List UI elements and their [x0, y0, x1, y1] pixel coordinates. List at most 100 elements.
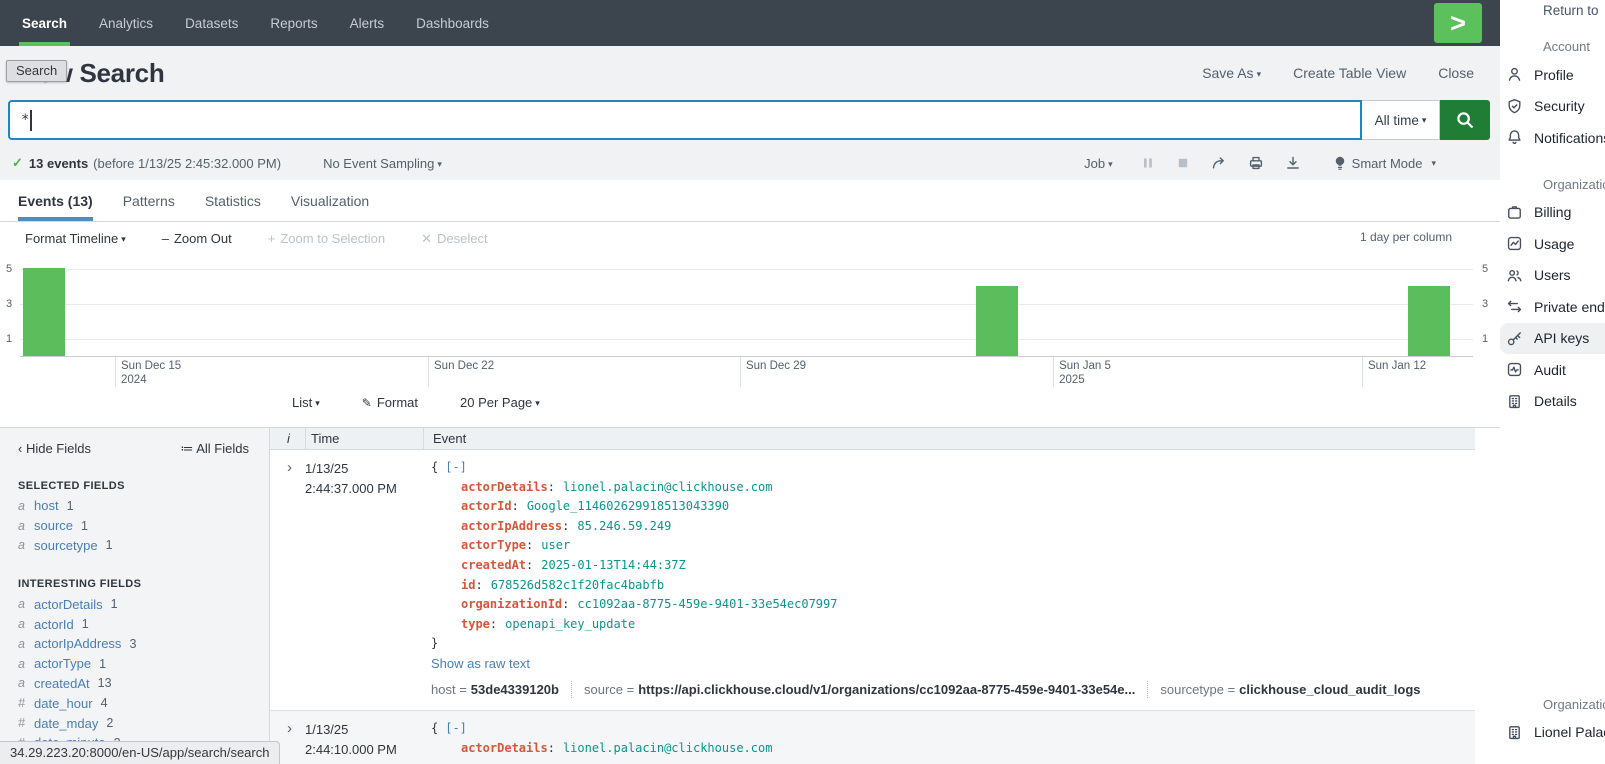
plus-icon: + — [268, 231, 276, 246]
event-count-detail: (before 1/13/25 2:45:32.000 PM) — [93, 156, 281, 171]
expand-chevron-icon[interactable]: › — [287, 720, 292, 737]
search-input[interactable]: * — [8, 100, 1362, 140]
tab-patterns[interactable]: Patterns — [123, 180, 175, 221]
timeline-plot[interactable] — [20, 255, 1473, 357]
nav-item-datasets[interactable]: Datasets — [169, 0, 254, 46]
panel-item-audit[interactable]: Audit — [1500, 354, 1605, 386]
nav-item-alerts[interactable]: Alerts — [334, 0, 401, 46]
minus-icon: – — [162, 231, 169, 246]
meta-sourcetype[interactable]: sourcetype =clickhouse_cloud_audit_logs — [1160, 682, 1420, 697]
timeline-bar[interactable] — [976, 286, 1018, 356]
field-createdAt[interactable]: acreatedAt13 — [18, 674, 269, 694]
interesting-fields-title: INTERESTING FIELDS — [18, 578, 269, 590]
zoom-out-button[interactable]: –Zoom Out — [162, 231, 232, 246]
top-nav: Search Analytics Datasets Reports Alerts… — [0, 0, 1500, 46]
chevron-left-icon: ‹ — [18, 441, 26, 456]
format-button[interactable]: ✎Format — [362, 395, 418, 410]
per-page-dropdown[interactable]: 20 Per Page▾ — [460, 395, 540, 410]
json-field[interactable]: actorDetails:lionel.palacin@clickhouse.c… — [431, 739, 1475, 759]
job-dropdown[interactable]: Job▾ — [1084, 156, 1113, 171]
magnifier-icon — [1455, 110, 1475, 130]
event-row: › 1/13/25 2:44:10.000 PM {[-] actorDetai… — [270, 710, 1475, 764]
json-field[interactable]: organizationId:cc1092aa-8775-459e-9401-3… — [431, 595, 1475, 615]
json-field[interactable]: type:openapi_key_update — [431, 615, 1475, 635]
hide-fields-link[interactable]: ‹ Hide Fields — [18, 441, 91, 457]
deselect-button[interactable]: ✕Deselect — [421, 231, 487, 247]
json-field[interactable]: actorType:user — [431, 536, 1475, 556]
zoom-to-selection-button[interactable]: +Zoom to Selection — [268, 231, 385, 246]
json-field[interactable]: createdAt:2025-01-13T14:44:37Z — [431, 556, 1475, 576]
list-view-dropdown[interactable]: List▾ — [292, 395, 320, 410]
search-query: * — [21, 112, 29, 128]
nav-item-search[interactable]: Search — [6, 0, 83, 46]
panel-item-notifications[interactable]: Notifications — [1500, 122, 1605, 154]
nav-item-dashboards[interactable]: Dashboards — [400, 0, 505, 46]
panel-item-private-endpoints[interactable]: Private endpoints — [1500, 291, 1605, 323]
save-as-button[interactable]: Save As▾ — [1202, 65, 1261, 81]
timeline-bar[interactable] — [1408, 286, 1450, 356]
panel-item-organization-lionel[interactable]: Lionel Palacin — [1500, 717, 1605, 749]
share-icon[interactable] — [1211, 155, 1227, 171]
nav-item-reports[interactable]: Reports — [254, 0, 333, 46]
shield-check-icon — [1506, 98, 1523, 115]
events-table-header: i Time Event — [270, 428, 1475, 450]
json-field[interactable]: id:678526d582c1f20fac4babfb — [431, 576, 1475, 596]
field-source[interactable]: asource1 — [18, 516, 269, 536]
tab-visualization[interactable]: Visualization — [291, 180, 369, 221]
divider — [571, 681, 572, 698]
create-table-view-button[interactable]: Create Table View — [1293, 65, 1406, 81]
stop-button[interactable] — [1176, 156, 1190, 170]
field-date-hour[interactable]: #date_hour4 — [18, 693, 269, 713]
timeline-bar[interactable] — [23, 268, 65, 356]
panel-item-billing[interactable]: Billing — [1500, 197, 1605, 229]
panel-item-profile[interactable]: Profile — [1500, 59, 1605, 91]
field-actorType[interactable]: aactorType1 — [18, 654, 269, 674]
building-icon — [1506, 724, 1523, 741]
organization-section-title: Organization — [1543, 177, 1605, 192]
panel-item-details[interactable]: Details — [1500, 386, 1605, 418]
field-date-mday[interactable]: #date_mday2 — [18, 713, 269, 733]
pause-button[interactable] — [1141, 156, 1155, 170]
field-actorId[interactable]: aactorId1 — [18, 614, 269, 634]
json-field[interactable]: actorDetails:lionel.palacin@clickhouse.c… — [431, 478, 1475, 498]
field-actorIpAddress[interactable]: aactorIpAddress3 — [18, 634, 269, 654]
json-field[interactable]: actorId:Google_114602629918513043390 — [431, 497, 1475, 517]
smart-mode-dropdown[interactable]: Smart Mode▾ — [1334, 156, 1436, 171]
all-fields-link[interactable]: ≔ All Fields — [180, 441, 249, 457]
splunk-logo[interactable]: > — [1434, 3, 1482, 43]
format-timeline-dropdown[interactable]: Format Timeline▾ — [25, 231, 126, 246]
event-time: 1/13/25 2:44:10.000 PM — [305, 719, 423, 764]
tab-events[interactable]: Events (13) — [18, 180, 93, 221]
key-icon — [1506, 330, 1523, 347]
panel-item-api-keys[interactable]: API keys — [1500, 323, 1605, 355]
results-area: Events (13) Patterns Statistics Visualiz… — [0, 180, 1500, 764]
expand-chevron-icon[interactable]: › — [287, 459, 292, 476]
event-sampling-dropdown[interactable]: No Event Sampling▾ — [323, 156, 442, 171]
nav-item-analytics[interactable]: Analytics — [83, 0, 169, 46]
panel-item-security[interactable]: Security — [1500, 91, 1605, 123]
col-header-time: Time — [305, 428, 423, 449]
panel-item-usage[interactable]: Usage — [1500, 228, 1605, 260]
audit-pulse-icon — [1506, 361, 1523, 378]
show-raw-text-link[interactable]: Show as raw text — [431, 654, 1475, 674]
splunk-window: Search Analytics Datasets Reports Alerts… — [0, 0, 1500, 764]
download-icon[interactable] — [1285, 155, 1301, 171]
json-collapse-link[interactable]: [-] — [445, 460, 467, 474]
json-collapse-link[interactable]: [-] — [445, 721, 467, 735]
selected-fields-title: SELECTED FIELDS — [18, 480, 269, 492]
json-field[interactable]: actorIpAddress:85.246.59.249 — [431, 517, 1475, 537]
close-button[interactable]: Close — [1438, 65, 1474, 81]
field-actorDetails[interactable]: aactorDetails1 — [18, 594, 269, 614]
search-bar: * All time▾ — [8, 100, 1490, 140]
panel-item-users[interactable]: Users — [1500, 260, 1605, 292]
meta-host[interactable]: host =53de4339120b — [431, 682, 559, 697]
print-icon[interactable] — [1248, 155, 1264, 171]
tab-statistics[interactable]: Statistics — [205, 180, 261, 221]
time-range-picker[interactable]: All time▾ — [1362, 100, 1440, 140]
field-host[interactable]: ahost1 — [18, 496, 269, 516]
search-button[interactable] — [1440, 100, 1490, 140]
timeline-scale-note: 1 day per column — [1360, 230, 1452, 244]
field-sourcetype[interactable]: asourcetype1 — [18, 536, 269, 556]
meta-source[interactable]: source =https://api.clickhouse.cloud/v1/… — [584, 682, 1135, 697]
return-link[interactable]: Return to — [1543, 3, 1605, 18]
